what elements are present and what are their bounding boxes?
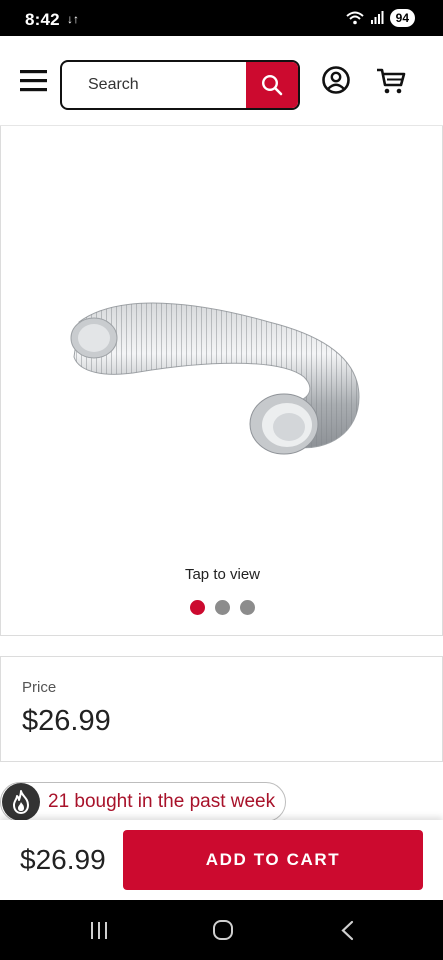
notification-icon: ↓↑ [67,12,79,26]
status-time: 8:42 [25,10,60,29]
cart-button[interactable] [375,66,407,96]
back-icon [341,920,354,941]
gallery-pagination [1,600,443,615]
tap-to-view-label: Tap to view [184,566,261,583]
menu-button[interactable] [18,68,50,94]
search-icon [261,74,283,96]
product-gallery[interactable]: Tap to view [0,126,443,636]
gallery-dot-1[interactable] [190,600,205,615]
battery-indicator: 94 [389,9,415,27]
home-button[interactable] [208,918,238,944]
price-value: $26.99 [22,705,111,737]
recent-apps-icon [91,922,107,939]
social-proof-badge: 21 bought in the past week [0,782,287,822]
system-nav-bar [0,900,443,960]
product-image[interactable] [59,282,389,462]
signal-icon [370,11,384,24]
account-icon [322,66,350,94]
flame-icon [13,790,29,814]
home-icon [213,920,233,940]
sticky-cart-bar: $26.99 ADD TO CART [0,820,443,900]
account-button[interactable] [321,65,351,95]
back-button[interactable] [333,918,363,944]
gallery-dot-2[interactable] [215,600,230,615]
site-header [0,36,443,126]
price-label: Price [22,679,57,696]
gallery-dot-3[interactable] [240,600,255,615]
wifi-icon [345,11,364,25]
status-bar: 8:42 ↓↑ 94 [0,0,443,36]
search-button[interactable] [246,62,298,108]
sticky-price: $26.99 [20,844,106,875]
cart-icon [377,68,406,94]
flame-badge [2,783,40,821]
social-proof-text: 21 bought in the past week [48,791,276,812]
price-card: Price $26.99 [0,656,443,762]
search-input[interactable] [62,62,248,108]
recent-apps-button[interactable] [84,918,114,944]
add-to-cart-button[interactable]: ADD TO CART [123,830,423,890]
hamburger-menu-icon [20,70,47,92]
search-box [60,60,300,110]
status-icons: 94 [345,9,415,27]
